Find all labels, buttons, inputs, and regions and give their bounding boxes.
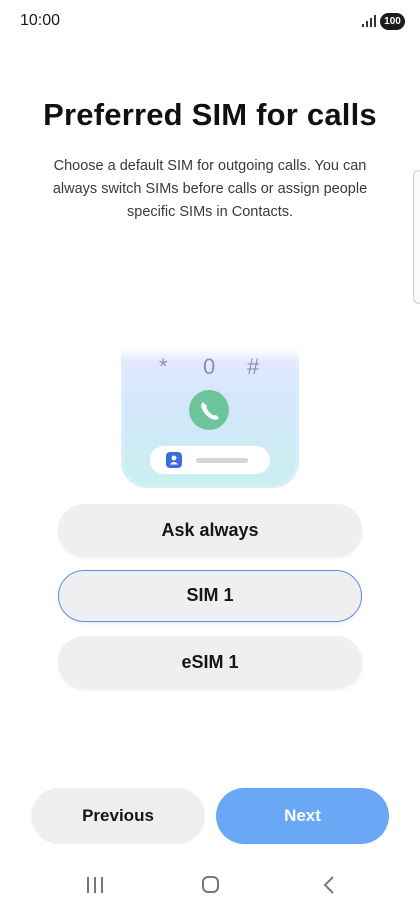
contact-placeholder-line: [196, 458, 248, 463]
status-time: 10:00: [20, 12, 61, 29]
keypad-key-hash: #: [247, 354, 260, 379]
previous-button[interactable]: Previous: [31, 788, 205, 844]
recents-icon[interactable]: [84, 876, 106, 894]
back-icon[interactable]: [322, 875, 336, 895]
option-ask-always[interactable]: Ask always: [58, 504, 362, 556]
option-esim-1[interactable]: eSIM 1: [58, 636, 362, 688]
contact-bar: [150, 446, 270, 474]
edge-panel-handle[interactable]: [413, 170, 420, 304]
sim-illustration: * 0 #: [121, 348, 299, 488]
page-title: Preferred SIM for calls: [43, 97, 377, 132]
signal-icon: [362, 15, 376, 27]
keypad-key-star: *: [159, 354, 168, 379]
status-bar: 10:00 100: [0, 0, 420, 42]
call-icon: [189, 390, 229, 430]
keypad-key-zero: 0: [203, 354, 216, 379]
next-button[interactable]: Next: [216, 788, 389, 844]
navigation-bar: [0, 860, 420, 910]
contact-icon: [166, 452, 182, 468]
page-description: Choose a default SIM for outgoing calls.…: [52, 158, 368, 220]
home-icon[interactable]: [202, 876, 219, 893]
option-sim-1[interactable]: SIM 1: [58, 570, 362, 622]
battery-icon: 100: [380, 13, 405, 30]
